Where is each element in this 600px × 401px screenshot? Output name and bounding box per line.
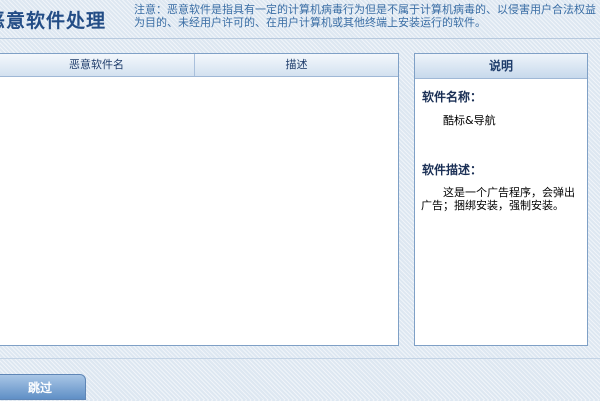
- software-description-label: 软件描述：: [422, 163, 483, 177]
- skip-button[interactable]: 跳过: [0, 374, 86, 400]
- header: 恶意软件处理 注意：恶意软件是指具有一定的计算机病毒行为但是不属于计算机病毒的、…: [0, 0, 600, 40]
- info-panel: 说明 软件名称： 酷标&导航 软件描述： 这是一个广告程序，会弹出广告；捆绑安装…: [414, 53, 588, 346]
- footer-divider: [0, 358, 600, 359]
- page-title: 恶意软件处理: [0, 10, 107, 32]
- software-name-label: 软件名称：: [422, 90, 483, 104]
- notice-text: 注意：恶意软件是指具有一定的计算机病毒行为但是不属于计算机病毒的、以侵害用户合法…: [134, 3, 596, 29]
- info-panel-title: 说明: [415, 54, 587, 79]
- header-divider: [0, 38, 600, 39]
- software-description-value: 这是一个广告程序，会弹出广告；捆绑安装，强制安装。: [421, 186, 575, 212]
- column-header-name[interactable]: 恶意软件名: [0, 54, 195, 76]
- column-header-description[interactable]: 描述: [195, 54, 398, 76]
- software-name-value: 酷标&导航: [443, 114, 496, 127]
- list-header: 恶意软件名 描述: [0, 54, 398, 77]
- malware-list[interactable]: 恶意软件名 描述: [0, 53, 399, 346]
